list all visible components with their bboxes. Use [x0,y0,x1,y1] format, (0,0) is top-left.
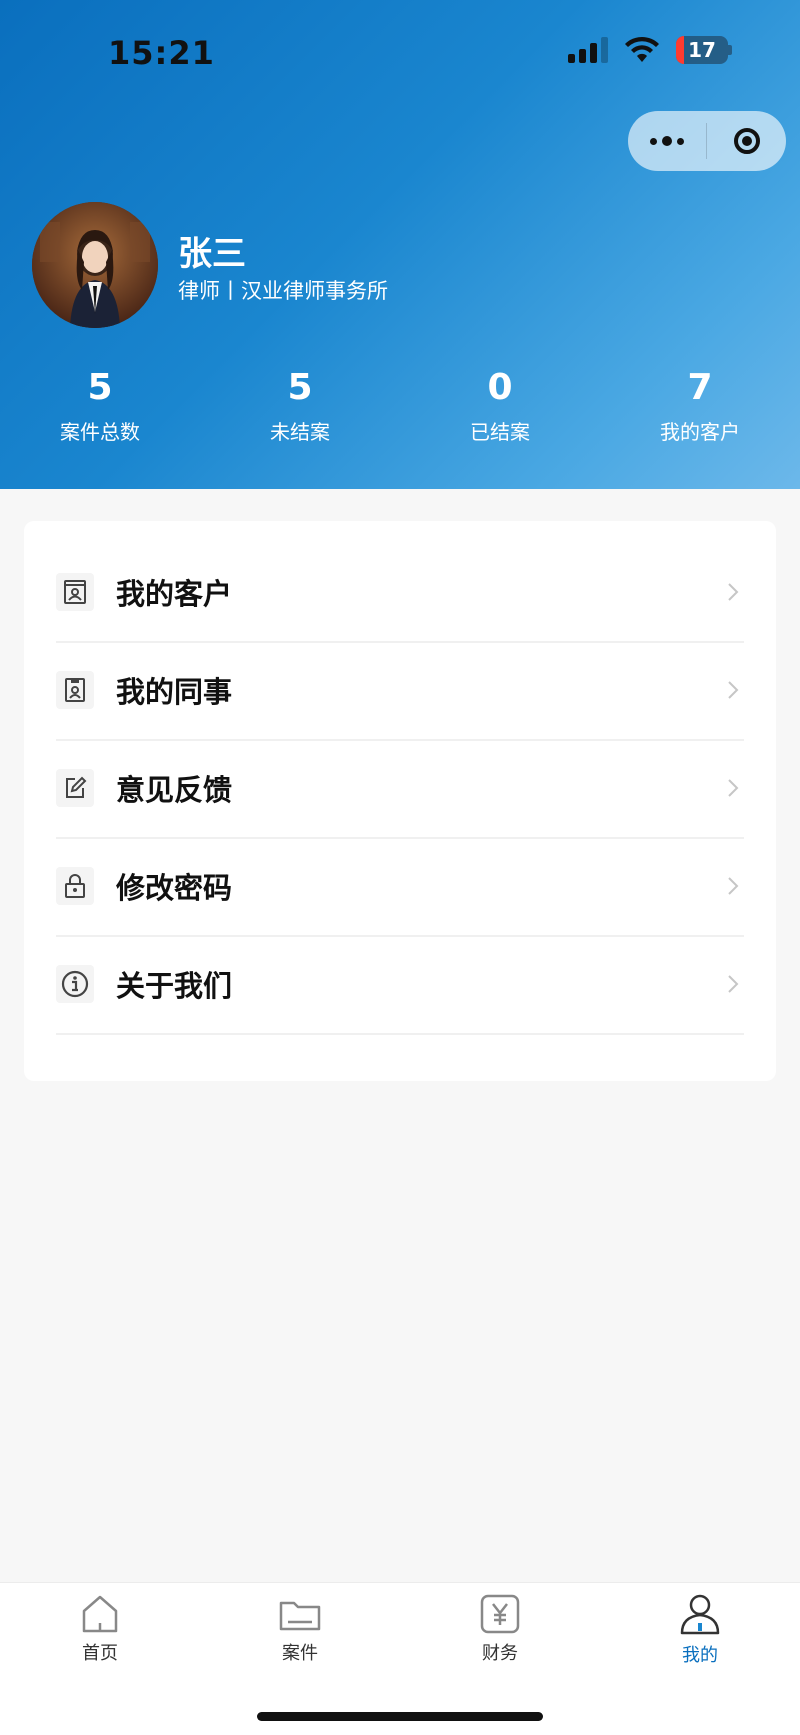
info-icon [56,965,94,1003]
stat-value: 5 [87,367,113,408]
stats-row: 5 案件总数 5 未结案 0 已结案 7 我的客户 [0,366,800,445]
contact-card-icon [56,573,94,611]
tab-label: 案件 [282,1643,318,1664]
lock-icon [56,867,94,905]
user-title-firm: 律师丨汉业律师事务所 [178,279,388,303]
menu-item-change-password[interactable]: 修改密码 [56,837,744,937]
miniprogram-capsule [628,111,786,171]
battery-level: 17 [688,38,716,62]
tab-cases[interactable]: 案件 [200,1593,400,1665]
chevron-right-icon [728,877,739,895]
menu-label: 意见反馈 [116,773,233,807]
menu-card: 我的客户 我的同事 意见反馈 修改密码 关于我们 [24,521,776,1081]
tab-label: 首页 [82,1643,118,1664]
stat-total-cases[interactable]: 5 案件总数 [0,366,200,445]
menu-item-feedback[interactable]: 意见反馈 [56,739,744,839]
stat-value: 7 [687,367,713,408]
stat-closed-cases[interactable]: 0 已结案 [400,366,600,445]
menu-label: 关于我们 [116,969,233,1003]
close-target-icon[interactable] [707,128,786,154]
profile-header: 15:21 17 张三 律师丨汉业律师事务所 5 案件总数 5 未结案 0 已结… [0,0,800,489]
tab-home[interactable]: 首页 [0,1593,200,1665]
stat-label: 案件总数 [60,420,140,444]
stat-label: 我的客户 [660,420,740,444]
tab-finance[interactable]: 财务 [400,1593,600,1665]
stat-value: 5 [287,367,313,408]
stat-label: 未结案 [270,420,330,444]
home-indicator [257,1712,543,1721]
menu-label: 我的同事 [116,675,233,709]
stat-label: 已结案 [470,420,530,444]
battery-icon: 17 [676,36,728,64]
chevron-right-icon [728,975,739,993]
status-time: 15:21 [108,34,215,72]
menu-item-my-clients[interactable]: 我的客户 [56,543,744,643]
colleague-badge-icon [56,671,94,709]
stat-value: 0 [487,367,513,408]
chevron-right-icon [728,779,739,797]
menu-item-about-us[interactable]: 关于我们 [56,935,744,1035]
folder-icon [279,1601,321,1631]
stat-my-clients[interactable]: 7 我的客户 [600,366,800,445]
chevron-right-icon [728,583,739,601]
chevron-right-icon [728,681,739,699]
wifi-icon [625,36,659,62]
more-icon[interactable] [628,136,706,146]
menu-label: 我的客户 [116,577,233,611]
avatar[interactable] [32,202,158,328]
tab-mine[interactable]: 我的 [600,1593,800,1667]
signal-icon [568,37,608,63]
user-name: 张三 [178,234,246,274]
user-icon [680,1594,720,1635]
edit-icon [56,769,94,807]
home-icon [82,1595,118,1633]
stat-open-cases[interactable]: 5 未结案 [200,366,400,445]
yen-icon [480,1594,520,1634]
tab-label: 我的 [682,1645,718,1666]
status-icons: 17 [568,36,732,64]
menu-item-my-colleagues[interactable]: 我的同事 [56,641,744,741]
tab-label: 财务 [482,1643,518,1664]
menu-label: 修改密码 [116,871,233,905]
